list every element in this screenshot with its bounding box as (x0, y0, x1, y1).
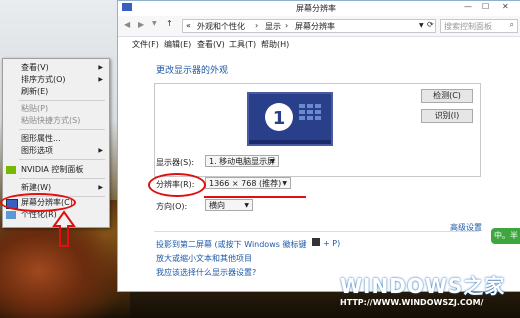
windows-logo-icon (312, 238, 320, 246)
maximize-button[interactable]: ☐ (482, 2, 489, 11)
chevron-right-icon: › (255, 21, 259, 30)
resolution-select-value: 1366 × 768 (推荐) (209, 179, 282, 188)
submenu-arrow-icon: ▶ (98, 147, 103, 154)
display-select-value: 1. 移动电脑显示屏 (209, 157, 276, 166)
menu-edit[interactable]: 编辑(E) (164, 39, 191, 50)
project-second-screen-link[interactable]: 投影到第二屏幕 (或按下 Windows 徽标键 (156, 239, 306, 250)
menu-item-label: 粘贴(P) (21, 104, 49, 113)
page-title: 更改显示器的外观 (156, 66, 229, 76)
breadcrumb-item[interactable]: 外观和个性化 (197, 21, 245, 32)
control-panel-icon: « (186, 21, 191, 30)
menu-separator (19, 100, 105, 101)
menu-item-label: 粘贴快捷方式(S) (21, 116, 81, 125)
up-arrow-icon[interactable]: ↑ (166, 19, 173, 28)
text-size-link[interactable]: 放大或缩小文本和其他项目 (156, 253, 252, 264)
menu-separator (19, 159, 105, 160)
address-bar: ◀ ▶ ▼ ↑ « 外观和个性化 › 显示 › 屏幕分辨率 ▼ ⟳ 搜索控制面板… (118, 16, 520, 37)
main-content: 更改显示器的外观 1 检测(C) 识别(I) 显示器(S): 1. 移动电脑显示… (118, 51, 520, 291)
menu-item-graphics-properties[interactable]: 图形属性... (3, 133, 109, 145)
chevron-down-icon[interactable]: ▼ (419, 22, 424, 29)
menu-item-label: 刷新(E) (21, 87, 49, 96)
title-bar: 屏幕分辨率 — ☐ ✕ (118, 1, 520, 15)
monitor-taskbar (249, 140, 331, 144)
orientation-label: 方向(O): (156, 202, 188, 211)
detect-button[interactable]: 检测(C) (421, 89, 473, 103)
menu-separator (19, 129, 105, 130)
close-button[interactable]: ✕ (502, 2, 509, 11)
menu-view[interactable]: 查看(V) (197, 39, 225, 50)
windowszj-watermark: WINDOWS之家 HTTP://WWW.WINDOWSZJ.COM/ (340, 270, 520, 318)
resolution-select[interactable]: 1366 × 768 (推荐) ▼ (205, 177, 291, 189)
menu-item-paste-shortcut: 粘贴快捷方式(S) (3, 115, 109, 127)
menu-file[interactable]: 文件(F) (132, 39, 159, 50)
menu-help[interactable]: 帮助(H) (261, 39, 289, 50)
personalize-icon (6, 211, 16, 219)
minimize-button[interactable]: — (464, 2, 472, 11)
refresh-icon[interactable]: ⟳ (427, 20, 434, 29)
menu-item-refresh[interactable]: 刷新(E) (3, 86, 109, 98)
chevron-down-icon: ▼ (282, 180, 287, 187)
watermark-url: HTTP://WWW.WINDOWSZJ.COM/ (340, 298, 484, 307)
svg-text:1: 1 (273, 108, 286, 129)
menu-item-label: 查看(V) (21, 63, 49, 72)
menu-item-sort[interactable]: 排序方式(O) ▶ (3, 74, 109, 86)
red-up-arrow-icon (52, 210, 76, 247)
help-choose-settings-link[interactable]: 我应该选择什么显示器设置? (156, 267, 256, 278)
breadcrumb-item[interactable]: 屏幕分辨率 (295, 21, 335, 32)
menu-item-label: NVIDIA 控制面板 (21, 165, 84, 174)
breadcrumb-item[interactable]: 显示 (265, 21, 281, 32)
divider (154, 231, 479, 232)
window-title: 屏幕分辨率 (296, 4, 336, 13)
orientation-select-value: 横向 (209, 201, 225, 210)
forward-arrow-icon[interactable]: ▶ (138, 20, 144, 29)
submenu-arrow-icon: ▶ (98, 64, 103, 71)
red-underline (204, 196, 306, 198)
menu-item-label: 图形选项 (21, 146, 53, 155)
menu-separator (19, 178, 105, 179)
red-highlight-circle (148, 173, 206, 197)
chevron-down-icon: ▼ (270, 158, 275, 165)
display-label: 显示器(S): (156, 158, 195, 167)
menu-item-new[interactable]: 新建(W) ▶ (3, 182, 109, 194)
monitor-1-tile[interactable]: 1 (247, 92, 333, 146)
menu-item-view[interactable]: 查看(V) ▶ (3, 62, 109, 74)
chevron-right-icon: › (285, 21, 289, 30)
menu-item-label: 图形属性... (21, 134, 61, 143)
nvidia-icon (6, 166, 16, 174)
submenu-arrow-icon: ▶ (98, 76, 103, 83)
back-arrow-icon[interactable]: ◀ (124, 20, 130, 29)
watermark-logo: WINDOWS之家 (340, 274, 506, 298)
menu-item-graphics-options[interactable]: 图形选项 ▶ (3, 145, 109, 157)
breadcrumb[interactable]: « 外观和个性化 › 显示 › 屏幕分辨率 ▼ ⟳ (182, 19, 436, 33)
screen-resolution-window: 屏幕分辨率 — ☐ ✕ ◀ ▶ ▼ ↑ « 外观和个性化 › 显示 › 屏幕分辨… (117, 0, 520, 292)
submenu-arrow-icon: ▶ (98, 184, 103, 191)
display-select[interactable]: 1. 移动电脑显示屏 ▼ (205, 155, 279, 167)
display-preview: 1 检测(C) 识别(I) (154, 83, 481, 177)
chevron-down-icon: ▼ (244, 202, 249, 209)
menu-item-label: 排序方式(O) (21, 75, 66, 84)
project-shortcut-keys: + P) (323, 239, 341, 248)
search-input[interactable]: 搜索控制面板 ⌕ (440, 19, 518, 33)
menu-tools[interactable]: 工具(T) (229, 39, 256, 50)
menu-item-paste: 粘贴(P) (3, 103, 109, 115)
window-icon (122, 3, 132, 11)
monitor-number-icon: 1 (265, 103, 321, 131)
menu-item-nvidia[interactable]: NVIDIA 控制面板 (3, 164, 109, 176)
search-placeholder: 搜索控制面板 (444, 22, 492, 31)
side-tab[interactable]: 中。半 (491, 228, 520, 244)
orientation-select[interactable]: 横向 ▼ (205, 199, 253, 211)
identify-button[interactable]: 识别(I) (421, 109, 473, 123)
recent-dropdown-icon[interactable]: ▼ (152, 20, 157, 27)
search-icon[interactable]: ⌕ (510, 20, 514, 30)
menu-bar: 文件(F) 编辑(E) 查看(V) 工具(T) 帮助(H) (118, 37, 520, 51)
